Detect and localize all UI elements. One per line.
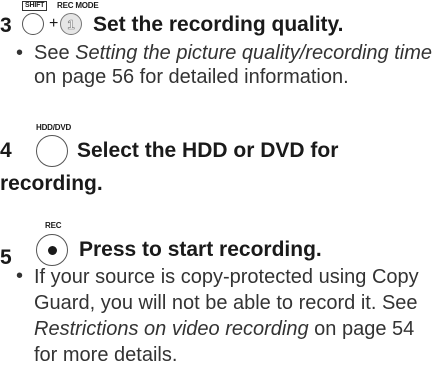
step-3-bullet-post: on page 56 for detailed information.: [34, 66, 349, 88]
step-3-bullet-pre: See: [34, 42, 76, 64]
step-5-bullet-text: If your source is copy-protected using C…: [34, 264, 428, 368]
step-5-number: 5: [0, 246, 12, 269]
step-4-heading-line2: recording.: [0, 172, 103, 195]
rec-label: REC: [45, 221, 62, 230]
rec-mode-label: REC MODE: [57, 1, 99, 10]
rec-mode-button-icon: 1: [60, 13, 82, 35]
step-5-bullet-pre: If your source is copy-protected using C…: [34, 266, 419, 314]
step-4-heading-line1: Select the HDD or DVD for: [77, 139, 339, 162]
plus-sign: +: [49, 15, 59, 32]
rec-dot-icon: [47, 245, 57, 255]
step-3-number: 3: [0, 14, 12, 37]
step-3-heading: Set the recording quality.: [93, 13, 344, 36]
rec-mode-button-glyph: 1: [67, 16, 75, 32]
step-5-heading: Press to start recording.: [79, 238, 322, 261]
shift-button-icon: [22, 13, 44, 35]
step-3-bullet-text: See Setting the picture quality/recordin…: [34, 41, 436, 89]
rec-button-icon: [36, 234, 68, 266]
hdd-dvd-button-icon: [36, 135, 68, 167]
step-4-number: 4: [0, 139, 12, 162]
step-5-bullet-link: Restrictions on video recording: [34, 318, 309, 340]
hdd-dvd-label: HDD/DVD: [36, 123, 72, 132]
step-3-bullet-link: Setting the picture quality/recording ti…: [75, 42, 433, 64]
step-5-bullet-icon: •: [16, 265, 24, 287]
step-3-bullet-icon: •: [16, 42, 24, 64]
shift-key-label: SHIFT: [22, 1, 48, 11]
